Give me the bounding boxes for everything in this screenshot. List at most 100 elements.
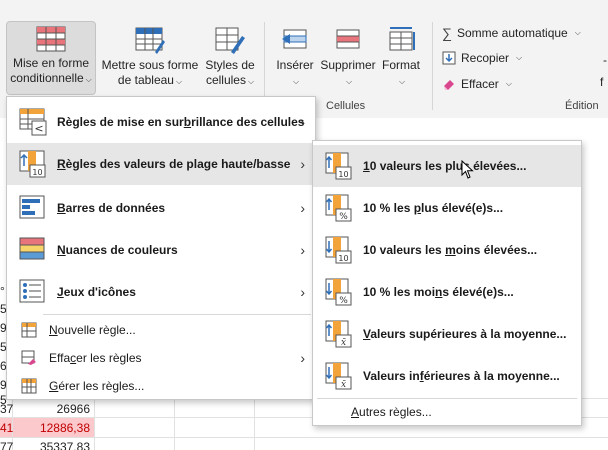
menu-item-icon-sets[interactable]: Jeux d'icônes › [7, 271, 315, 313]
submenu-item-label: Valeurs inférieures à la moyenne... [363, 369, 560, 383]
menu-item-label: Règles de mise en surbrillance des cellu… [57, 115, 305, 129]
submenu-item-top-10-percent[interactable]: % 10 % les plus élevé(e)s... [313, 187, 581, 229]
svg-text:%: % [339, 212, 348, 222]
submenu-item-bottom-10-percent[interactable]: % 10 % les moins élevé(e)s... [313, 271, 581, 313]
submenu-item-label: 10 valeurs les plus élevées... [363, 159, 527, 173]
chevron-down-icon: ⌵ [398, 77, 406, 86]
fill-button[interactable]: Recopier ⌵ [442, 51, 522, 65]
submenu-item-more-rules[interactable]: Autres règles... [313, 400, 581, 424]
conditional-formatting-label-2: conditionnelle [10, 71, 84, 85]
conditional-formatting-button[interactable]: Mise en forme conditionnelle ⌵ [6, 21, 96, 95]
format-cells-icon [389, 27, 415, 51]
top-bottom-rules-submenu: 10 10 valeurs les plus élevées... % 10 %… [312, 140, 582, 426]
menu-item-manage-rules[interactable]: Gérer les règles... [7, 372, 315, 400]
svg-text:x̄: x̄ [341, 338, 346, 348]
chevron-right-icon: › [300, 156, 305, 172]
highlight-rules-icon: < [19, 108, 47, 136]
delete-cells-icon [336, 29, 360, 49]
mouse-cursor-icon [461, 160, 474, 179]
chevron-down-icon: ⌵ [574, 28, 581, 37]
cell-value[interactable]: 35337,83 [10, 440, 90, 450]
below-average-icon: x̄ [325, 362, 352, 390]
chevron-down-icon: ⌵ [516, 53, 523, 62]
chevron-down-icon: ⌵ [292, 77, 300, 86]
chevron-down-icon: ⌵ [345, 77, 353, 86]
icon-sets-icon [19, 279, 45, 303]
chevron-right-icon: › [300, 200, 305, 216]
submenu-item-top-10[interactable]: 10 10 valeurs les plus élevées... [313, 145, 581, 187]
svg-text:x̄: x̄ [341, 380, 346, 390]
format-as-table-icon [135, 27, 165, 54]
clear-label: Effacer [461, 77, 499, 91]
ribbon-cropped-text: f [600, 75, 604, 89]
menu-item-data-bars[interactable]: Barres de données › [7, 187, 315, 229]
ribbon-separator [432, 22, 433, 110]
conditional-formatting-menu: < Règles de mise en surbrillance des cel… [6, 96, 316, 400]
submenu-item-label: 10 valeurs les moins élevées... [363, 243, 538, 257]
cell-styles-label-1: Styles de [205, 58, 255, 72]
grid-line [0, 437, 608, 438]
menu-item-label: Nuances de couleurs [57, 243, 178, 257]
cell-value[interactable]: 26966 [10, 402, 90, 416]
format-as-table-label-2: de tableau [117, 73, 174, 87]
chevron-down-icon: ⌵ [85, 75, 92, 84]
group-label-edition: Édition [565, 100, 599, 112]
menu-item-top-bottom-rules[interactable]: 10 Règles des valeurs de plage haute/bas… [7, 143, 315, 185]
conditional-formatting-icon [36, 26, 66, 52]
cell-value[interactable]: 12886,38 [10, 421, 90, 435]
menu-separator [43, 314, 311, 315]
clear-rules-icon [21, 350, 36, 365]
manage-rules-icon [21, 378, 37, 394]
insert-button[interactable]: Insérer ⌵ [272, 26, 318, 89]
delete-button[interactable]: Supprimer ⌵ [318, 26, 378, 89]
menu-item-label: Règles des valeurs de plage haute/basse [57, 157, 291, 171]
submenu-item-label: Valeurs supérieures à la moyenne... [363, 327, 567, 341]
menu-item-label: Gérer les règles... [49, 379, 145, 393]
chevron-down-icon: ⌵ [247, 77, 255, 86]
chevron-right-icon: › [300, 242, 305, 258]
top-10-percent-icon: % [325, 194, 352, 222]
format-as-table-label-1: Mettre sous forme [101, 58, 199, 72]
group-label-cellules: Cellules [326, 100, 366, 112]
new-rule-icon [21, 322, 37, 338]
clear-button[interactable]: Effacer ⌵ [442, 77, 512, 91]
ribbon-cropped-text: - [603, 53, 607, 67]
submenu-item-below-average[interactable]: x̄ Valeurs inférieures à la moyenne... [313, 355, 581, 397]
cell-fragment[interactable]: ° [0, 284, 5, 298]
svg-text:10: 10 [338, 254, 348, 263]
menu-separator [317, 398, 577, 399]
data-bars-icon [19, 195, 45, 219]
cell-styles-button[interactable]: Styles de cellules ⌵ [202, 26, 258, 89]
svg-text:10: 10 [338, 170, 348, 179]
above-average-icon: x̄ [325, 320, 352, 348]
fill-down-icon [442, 51, 456, 65]
color-scales-icon [19, 237, 45, 260]
menu-item-color-scales[interactable]: Nuances de couleurs › [7, 229, 315, 271]
autosum-label: Somme automatique [456, 26, 568, 40]
conditional-formatting-label-1: Mise en forme [12, 56, 90, 70]
svg-text:<: < [34, 122, 43, 135]
menu-item-label: Effacer les règles [49, 351, 142, 365]
menu-item-new-rule[interactable]: Nouvelle règle... [7, 316, 315, 344]
menu-item-label: Nouvelle règle... [49, 323, 136, 337]
chevron-right-icon: › [300, 114, 305, 130]
svg-text:10: 10 [32, 168, 42, 177]
cell-styles-icon [215, 27, 245, 54]
menu-item-clear-rules[interactable]: Effacer les règles › [7, 344, 315, 372]
submenu-item-label: 10 % les moins élevé(e)s... [363, 285, 514, 299]
autosum-button[interactable]: ∑ Somme automatique ⌵ [442, 25, 581, 41]
format-as-table-button[interactable]: Mettre sous forme de tableau ⌵ [98, 26, 202, 89]
insert-label: Insérer [276, 58, 314, 72]
delete-label: Supprimer [320, 58, 376, 72]
cell-styles-label-2: cellules [205, 73, 246, 87]
submenu-item-bottom-10[interactable]: 10 10 valeurs les moins élevées... [313, 229, 581, 271]
menu-item-highlight-cells-rules[interactable]: < Règles de mise en surbrillance des cel… [7, 101, 315, 143]
chevron-right-icon: › [300, 350, 305, 366]
ribbon-top-strip [0, 0, 608, 18]
chevron-down-icon: ⌵ [505, 79, 512, 88]
format-label: Format [381, 58, 420, 72]
submenu-item-above-average[interactable]: x̄ Valeurs supérieures à la moyenne... [313, 313, 581, 355]
top-10-icon: 10 [325, 152, 352, 180]
format-button[interactable]: Format ⌵ [378, 26, 424, 89]
bottom-10-percent-icon: % [325, 278, 352, 306]
